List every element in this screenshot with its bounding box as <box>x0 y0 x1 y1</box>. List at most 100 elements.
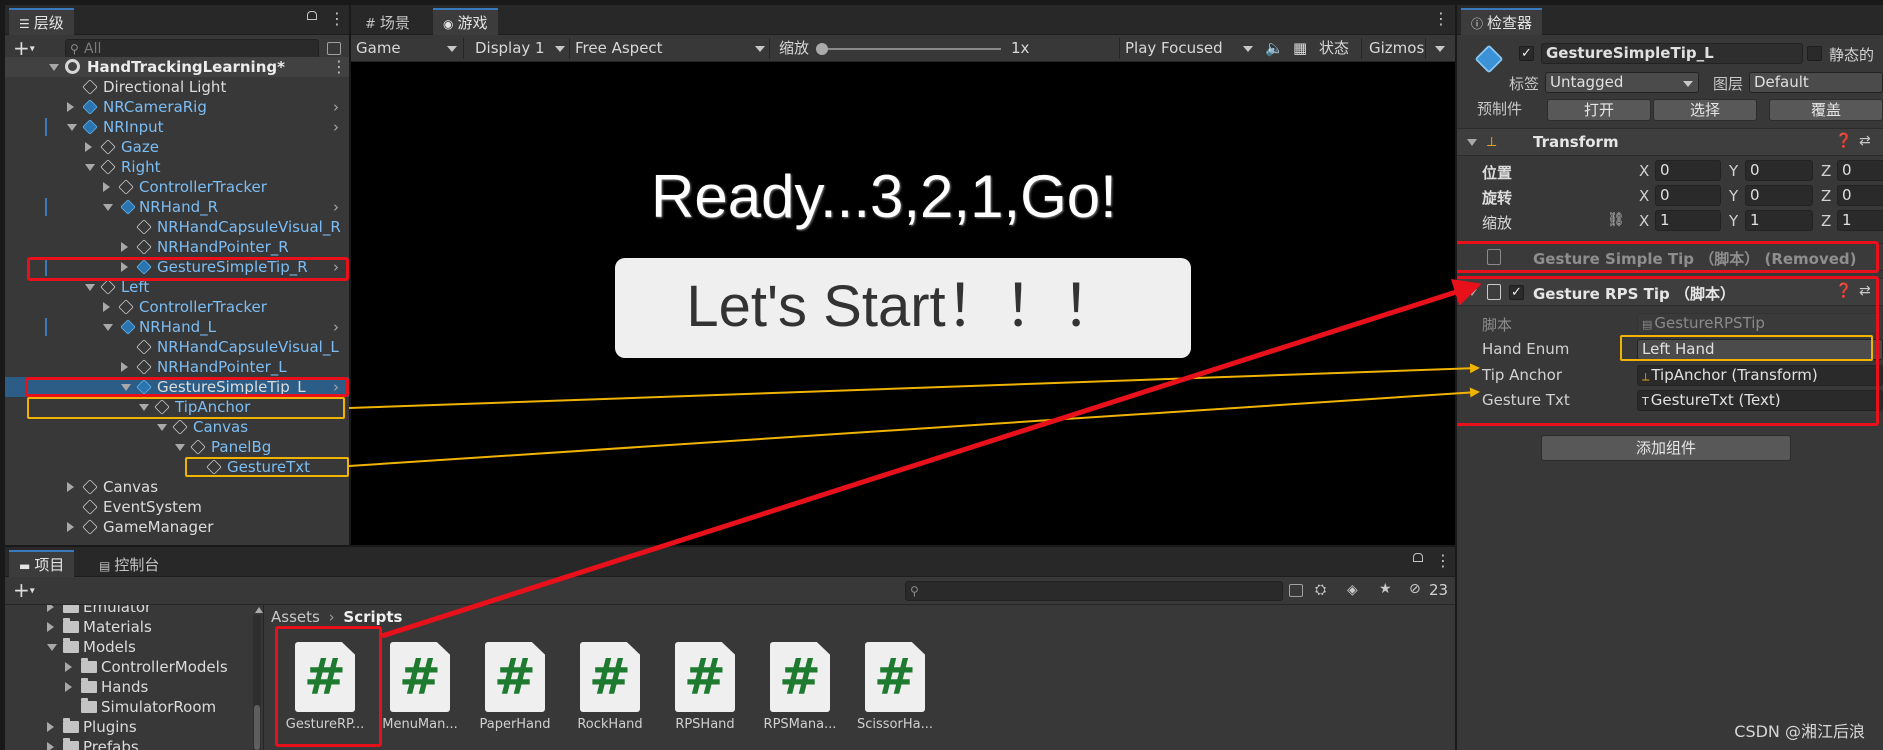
create-button[interactable]: +▾ <box>13 580 35 602</box>
expand-arrow-icon[interactable] <box>67 102 74 112</box>
expand-arrow-icon[interactable] <box>47 644 57 651</box>
expand-arrow-icon[interactable] <box>103 204 113 211</box>
aspect-dropdown[interactable]: Free Aspect <box>575 38 663 58</box>
folder-row[interactable]: ControllerModels <box>5 657 263 677</box>
tree-row-scene[interactable]: HandTrackingLearning* ⋮ <box>5 57 349 77</box>
position-y-field[interactable]: 0 <box>1745 160 1813 181</box>
expand-arrow-icon[interactable] <box>47 742 54 750</box>
expand-arrow-icon[interactable] <box>85 164 95 171</box>
expand-arrow-icon[interactable] <box>157 424 167 431</box>
scroll-up-icon[interactable] <box>255 607 263 613</box>
expand-arrow-icon[interactable] <box>175 444 185 451</box>
scale-slider-track[interactable] <box>821 48 1001 50</box>
tree-row[interactable]: Canvas <box>5 477 349 497</box>
active-checkbox[interactable]: ✓ <box>1519 46 1534 61</box>
tab-scene[interactable]: # 场景 <box>355 8 420 35</box>
tree-row[interactable]: NRHandCapsuleVisual_R <box>5 217 349 237</box>
tree-row[interactable]: NRHand_L › <box>5 317 349 337</box>
tree-row[interactable]: NRInput › <box>5 117 349 137</box>
scale-y-field[interactable]: 1 <box>1745 210 1813 231</box>
gizmos-button[interactable]: Gizmos <box>1369 38 1424 58</box>
grid-icon[interactable]: ▦ <box>1293 38 1307 58</box>
tab-game[interactable]: ◉ 游戏 <box>433 8 498 35</box>
filter-type-icon[interactable]: ⛭ <box>1315 582 1326 598</box>
folder-row[interactable]: Emulator <box>5 605 263 617</box>
add-component-button[interactable]: 添加组件 <box>1541 435 1791 461</box>
expand-arrow-icon[interactable] <box>121 362 128 372</box>
tree-row[interactable]: ControllerTracker <box>5 177 349 197</box>
more-options-icon[interactable]: ⋮ <box>329 9 345 28</box>
tag-dropdown[interactable]: Untagged <box>1545 72 1699 93</box>
speaker-icon[interactable]: 🔈 <box>1265 38 1284 58</box>
label-tag-icon[interactable]: ◈ <box>1347 582 1358 598</box>
tree-row[interactable]: Canvas <box>5 417 349 437</box>
expand-arrow-icon[interactable] <box>47 605 54 612</box>
tab-console[interactable]: ▤ 控制台 <box>89 550 169 577</box>
expand-arrow-icon[interactable] <box>103 182 110 192</box>
stats-button[interactable]: 状态 <box>1319 38 1349 58</box>
chevron-right-icon[interactable]: › <box>333 97 339 117</box>
hierarchy-search-input[interactable]: ⚲ All <box>65 39 319 59</box>
scale-x-field[interactable]: 1 <box>1655 210 1721 231</box>
link-scale-icon[interactable]: ⛓ <box>1607 212 1625 228</box>
prefab-select-button[interactable]: 选择 <box>1653 99 1757 121</box>
tree-row[interactable]: GameManager <box>5 517 349 537</box>
transform-header[interactable]: ⟂ Transform ❓ ⇄ <box>1457 128 1883 156</box>
breadcrumb-root[interactable]: Assets <box>271 608 320 626</box>
tree-row[interactable]: ControllerTracker <box>5 297 349 317</box>
chevron-right-icon[interactable]: › <box>333 197 339 217</box>
expand-arrow-icon[interactable] <box>67 522 74 532</box>
position-z-field[interactable]: 0 <box>1837 160 1883 181</box>
tree-row[interactable]: Right <box>5 157 349 177</box>
tree-row[interactable]: NRHandPointer_L <box>5 357 349 377</box>
tree-row[interactable]: Gaze <box>5 137 349 157</box>
settings-icon[interactable]: ⇄ <box>1859 133 1871 149</box>
tree-row[interactable]: EventSystem <box>5 497 349 517</box>
search-filter-icon[interactable] <box>327 42 341 55</box>
position-x-field[interactable]: 0 <box>1655 160 1721 181</box>
folder-row[interactable]: SimulatorRoom <box>5 697 263 717</box>
game-viewport[interactable]: Ready...3,2,1,Go! Let's Start！！！ <box>351 62 1455 545</box>
expand-arrow-icon[interactable] <box>121 242 128 252</box>
expand-arrow-icon[interactable] <box>47 722 54 732</box>
breadcrumb-current[interactable]: Scripts <box>343 608 402 626</box>
expand-arrow-icon[interactable] <box>85 142 92 152</box>
script-asset[interactable]: # <box>485 642 545 712</box>
search-filter-icon[interactable] <box>1289 584 1303 597</box>
layer-dropdown[interactable]: Default <box>1749 72 1883 93</box>
more-options-icon[interactable]: ⋮ <box>1433 9 1449 28</box>
folder-row[interactable]: Models <box>5 637 263 657</box>
script-asset[interactable]: # <box>675 642 735 712</box>
tab-inspector[interactable]: ⓘ 检查器 <box>1461 8 1543 35</box>
tree-row[interactable]: NRHand_R › <box>5 197 349 217</box>
folder-row[interactable]: Prefabs <box>5 737 263 750</box>
tab-hierarchy[interactable]: ☰ 层级 <box>9 8 74 35</box>
tree-row[interactable]: NRHandPointer_R <box>5 237 349 257</box>
object-name-field[interactable]: GestureSimpleTip_L <box>1541 43 1803 64</box>
more-options-icon[interactable]: ⋮ <box>1435 551 1451 570</box>
lock-icon[interactable] <box>1413 553 1423 562</box>
chevron-right-icon[interactable]: › <box>333 317 339 337</box>
tree-row[interactable]: NRCameraRig › <box>5 97 349 117</box>
tree-row[interactable]: Directional Light <box>5 77 349 97</box>
static-checkbox[interactable] <box>1807 46 1822 61</box>
foldout-arrow-icon[interactable] <box>1467 139 1477 146</box>
script-asset[interactable]: # <box>770 642 830 712</box>
expand-arrow-icon[interactable] <box>65 682 72 692</box>
expand-arrow-icon[interactable] <box>103 302 110 312</box>
scale-z-field[interactable]: 1 <box>1837 210 1883 231</box>
rotation-y-field[interactable]: 0 <box>1745 185 1813 206</box>
script-asset[interactable]: # <box>580 642 640 712</box>
prefab-open-button[interactable]: 打开 <box>1547 99 1651 121</box>
help-icon[interactable]: ❓ <box>1835 133 1852 149</box>
game-view-dropdown[interactable]: Game <box>356 38 401 58</box>
expand-arrow-icon[interactable] <box>47 622 54 632</box>
scene-options-icon[interactable]: ⋮ <box>331 57 347 77</box>
rotation-z-field[interactable]: 0 <box>1837 185 1883 206</box>
prefab-override-button[interactable]: 覆盖 <box>1769 99 1883 121</box>
display-dropdown[interactable]: Display 1 <box>475 38 545 58</box>
rotation-x-field[interactable]: 0 <box>1655 185 1721 206</box>
folder-row[interactable]: Hands <box>5 677 263 697</box>
expand-arrow-icon[interactable] <box>67 124 77 131</box>
script-asset[interactable]: # <box>390 642 450 712</box>
